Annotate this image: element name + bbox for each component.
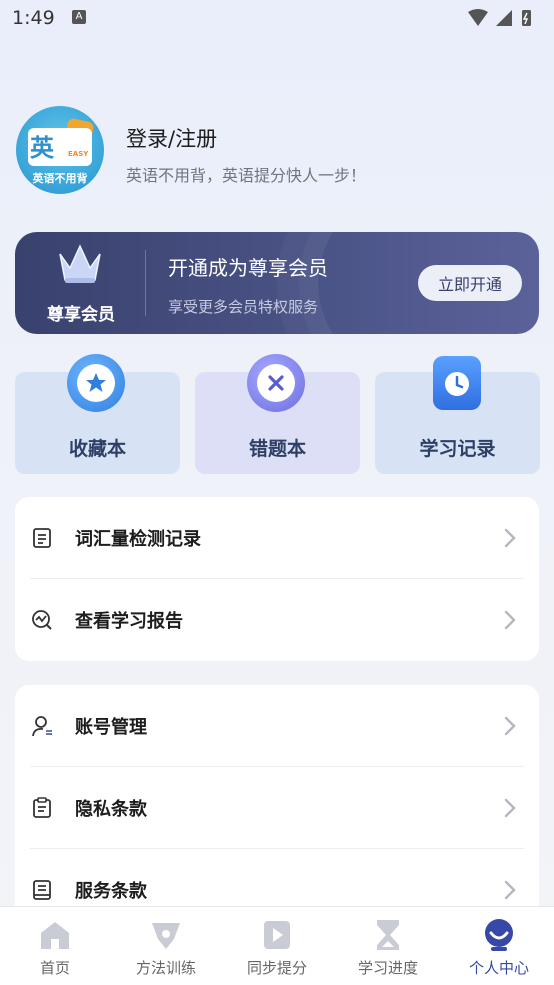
vip-title: 开通成为尊享会员 [168, 256, 328, 280]
chevron-right-icon [504, 716, 516, 736]
study-record-label: 学习记录 [419, 438, 496, 460]
vip-badge-label: 尊享会员 [47, 305, 115, 325]
account-icon [32, 716, 52, 737]
tab-home[interactable]: 首页 [0, 907, 110, 985]
wrong-questions-label: 错题本 [248, 438, 306, 460]
study-record-card[interactable]: 学习记录 [375, 356, 540, 474]
wifi-icon [468, 9, 488, 26]
study-list-card: 词汇量检测记录 查看学习报告 [15, 497, 539, 661]
notification-icon: A [72, 10, 86, 24]
avatar-logo-char: 英 [30, 134, 54, 162]
vip-subtitle: 享受更多会员特权服务 [168, 298, 319, 316]
system-status-icons [468, 9, 531, 26]
terms-icon [33, 880, 51, 900]
favorites-label: 收藏本 [68, 438, 126, 460]
divider [145, 250, 146, 316]
profile-icon [485, 919, 513, 951]
tab-label: 个人中心 [468, 959, 529, 977]
list-item-study-report[interactable]: 查看学习报告 [15, 579, 539, 661]
login-register-link[interactable]: 登录/注册 [126, 123, 217, 153]
list-item-label: 查看学习报告 [75, 611, 183, 632]
list-item-label: 服务条款 [75, 881, 147, 902]
profile-slogan: 英语不用背，英语提分快人一步！ [126, 166, 367, 185]
status-bar: 1:49 A [0, 0, 554, 38]
chevron-right-icon [504, 610, 516, 630]
tab-method[interactable]: 方法训练 [111, 907, 221, 985]
list-item-label: 词汇量检测记录 [75, 529, 201, 550]
tab-label: 方法训练 [135, 959, 196, 977]
activate-vip-button[interactable]: 立即开通 [418, 265, 522, 301]
signal-icon [496, 10, 512, 26]
avatar-caption: 英语不用背 [32, 172, 88, 185]
list-item-privacy[interactable]: 隐私条款 [15, 767, 539, 849]
home-icon [41, 922, 69, 949]
star-icon [67, 354, 125, 412]
chevron-right-icon [504, 798, 516, 818]
avatar[interactable]: 英 EASY 英语不用背 [16, 106, 104, 194]
document-icon [33, 528, 51, 548]
bottom-tab-bar: 首页 方法训练 同步提分 学习进度 个人中心 [0, 906, 554, 985]
tab-label: 同步提分 [246, 959, 307, 977]
crown-icon [59, 244, 101, 283]
favorites-card[interactable]: 收藏本 [15, 354, 180, 474]
tab-progress[interactable]: 学习进度 [333, 907, 443, 985]
tab-profile[interactable]: 个人中心 [444, 907, 554, 985]
sync-icon [264, 921, 290, 949]
tab-sync[interactable]: 同步提分 [222, 907, 332, 985]
battery-icon [522, 10, 531, 26]
list-item-account[interactable]: 账号管理 [15, 685, 539, 767]
hourglass-icon [377, 920, 399, 950]
report-icon [32, 610, 52, 630]
chevron-right-icon [504, 880, 516, 900]
list-item-label: 账号管理 [75, 717, 147, 738]
vip-banner[interactable]: 尊享会员 开通成为尊享会员 享受更多会员特权服务 立即开通 [15, 232, 539, 334]
status-time: 1:49 [12, 7, 55, 29]
chevron-right-icon [504, 528, 516, 548]
list-item-vocab-test[interactable]: 词汇量检测记录 [15, 497, 539, 579]
tab-label: 学习进度 [357, 959, 418, 977]
method-icon [152, 923, 180, 949]
list-item-label: 隐私条款 [75, 799, 147, 820]
avatar-logo-easy: EASY [68, 150, 89, 158]
clipboard-icon [33, 797, 51, 818]
settings-list-card: 账号管理 隐私条款 服务条款 [15, 685, 539, 925]
tab-label: 首页 [39, 959, 70, 977]
calendar-clock-icon [433, 356, 481, 410]
close-icon [247, 354, 305, 412]
wrong-questions-card[interactable]: 错题本 [195, 354, 360, 474]
